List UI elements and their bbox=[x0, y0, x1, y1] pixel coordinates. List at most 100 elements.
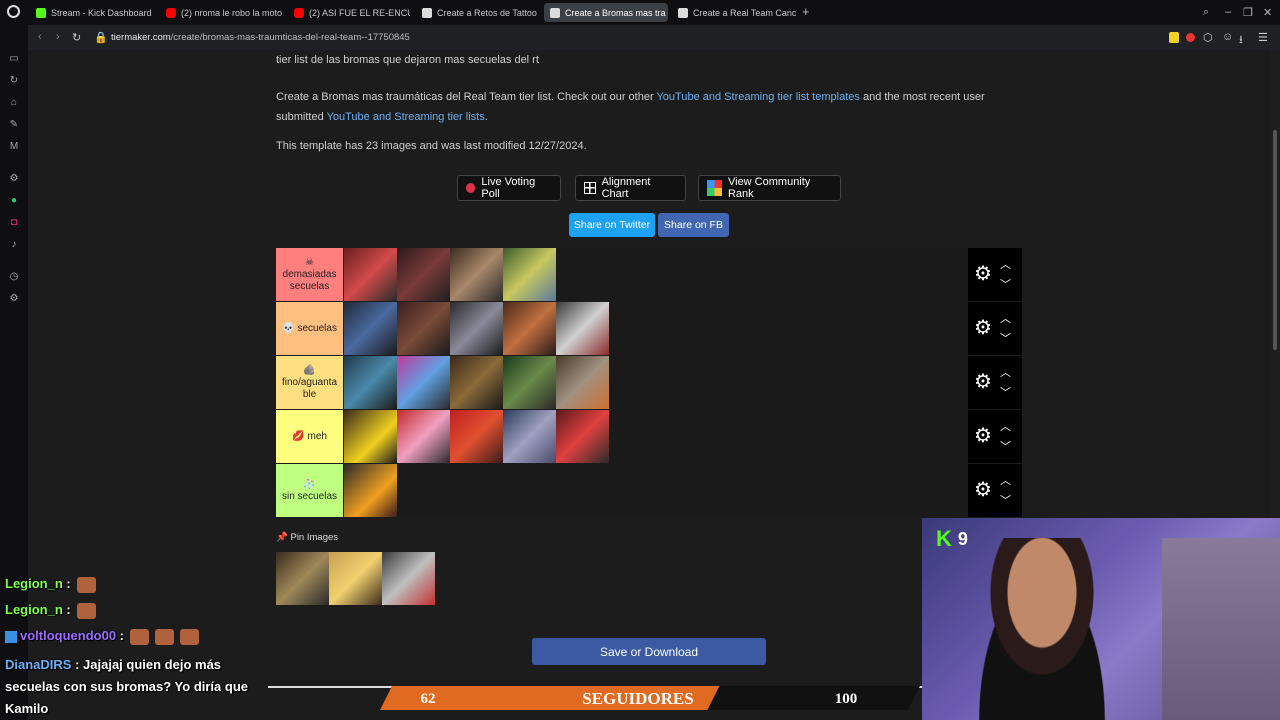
templates-link[interactable]: YouTube and Streaming tier list template… bbox=[656, 91, 859, 103]
tier-label[interactable]: ☠ demasiadas secuelas bbox=[276, 248, 343, 301]
extension-icon[interactable] bbox=[1169, 32, 1179, 43]
menu-icon[interactable]: ☰ bbox=[1258, 31, 1268, 44]
messenger-icon[interactable]: ▭ bbox=[8, 53, 20, 65]
tab-tiermaker-realteam[interactable]: Create a Real Team Canc bbox=[672, 3, 796, 22]
view-community-rank-button[interactable]: View Community Rank bbox=[698, 175, 841, 201]
tier-settings-gear-icon[interactable]: ⚙ bbox=[974, 317, 992, 339]
tier-image[interactable] bbox=[344, 248, 397, 301]
history-icon[interactable]: ◷ bbox=[8, 271, 20, 283]
tier-label[interactable]: 💋 meh bbox=[276, 410, 343, 463]
settings-icon[interactable]: ⚙ bbox=[8, 293, 20, 305]
tier-label[interactable]: 🪨 fino/aguanta ble bbox=[276, 356, 343, 409]
tier-image[interactable] bbox=[397, 248, 450, 301]
tier-label[interactable]: 🧦 sin secuelas bbox=[276, 464, 343, 517]
tier-settings-gear-icon[interactable]: ⚙ bbox=[974, 371, 992, 393]
tier-image[interactable] bbox=[503, 410, 556, 463]
chat-emote-icon bbox=[180, 628, 200, 645]
tiktok-icon[interactable]: ♪ bbox=[8, 239, 20, 251]
tab-tiermaker-retos[interactable]: Create a Retos de Tattoo bbox=[416, 3, 540, 22]
tier-image[interactable] bbox=[450, 248, 503, 301]
m-app-icon[interactable]: M bbox=[8, 141, 20, 153]
shopping-icon[interactable]: ⌂ bbox=[8, 97, 20, 109]
account-icon[interactable]: ☺ bbox=[1222, 31, 1233, 43]
tier-images[interactable] bbox=[344, 302, 968, 355]
tier-images[interactable] bbox=[344, 410, 968, 463]
share-fb-button[interactable]: Share on FB bbox=[658, 213, 729, 237]
tier-image[interactable] bbox=[556, 302, 609, 355]
lips-icon: 💋 bbox=[292, 430, 305, 442]
user-tierlists-link[interactable]: YouTube and Streaming tier lists bbox=[327, 111, 485, 123]
tab-youtube-1[interactable]: (2) nroma le robo la moto bbox=[160, 3, 282, 22]
move-up-icon[interactable]: ︿ bbox=[1000, 472, 1011, 488]
edit-icon[interactable]: ✎ bbox=[8, 119, 20, 131]
tier-image[interactable] bbox=[344, 464, 397, 517]
download-icon[interactable]: ⭳ bbox=[1239, 31, 1243, 50]
refresh-feed-icon[interactable]: ↻ bbox=[8, 75, 20, 87]
url-path: /create/bromas-mas-traumticas-del-real-t… bbox=[170, 32, 410, 43]
tier-image[interactable] bbox=[556, 356, 609, 409]
close-icon[interactable]: ✕ bbox=[1263, 6, 1272, 19]
record-icon[interactable] bbox=[1186, 33, 1195, 42]
unranked-image[interactable] bbox=[382, 552, 435, 605]
search-tabs-icon[interactable]: ⌕ bbox=[1203, 6, 1209, 19]
chatgpt-icon[interactable]: ⚙ bbox=[8, 173, 20, 185]
move-down-icon[interactable]: ﹀ bbox=[1000, 276, 1011, 292]
kick-logo-icon: K bbox=[936, 526, 952, 551]
alignment-chart-button[interactable]: Alignment Chart bbox=[575, 175, 686, 201]
tier-image[interactable] bbox=[556, 410, 609, 463]
tier-image[interactable] bbox=[344, 302, 397, 355]
tier-images[interactable] bbox=[344, 464, 968, 517]
tier-image[interactable] bbox=[397, 302, 450, 355]
minimize-icon[interactable]: – bbox=[1225, 6, 1231, 18]
move-up-icon[interactable]: ︿ bbox=[1000, 364, 1011, 380]
move-down-icon[interactable]: ﹀ bbox=[1000, 330, 1011, 346]
red-dot-icon bbox=[466, 183, 476, 193]
tab-kick-dashboard[interactable]: Stream - Kick Dashboard bbox=[30, 3, 158, 22]
streamer-figure bbox=[962, 538, 1122, 720]
webcam-feed: K 9 bbox=[922, 518, 1280, 720]
reload-icon[interactable]: ↻ bbox=[72, 31, 81, 44]
move-up-icon[interactable]: ︿ bbox=[1000, 256, 1011, 272]
whatsapp-icon[interactable]: ● bbox=[8, 195, 20, 207]
live-voting-poll-button[interactable]: Live Voting Poll bbox=[457, 175, 561, 201]
tier-image[interactable] bbox=[344, 410, 397, 463]
forward-icon[interactable]: › bbox=[56, 31, 60, 43]
tier-image[interactable] bbox=[344, 356, 397, 409]
move-down-icon[interactable]: ﹀ bbox=[1000, 384, 1011, 400]
tier-image[interactable] bbox=[503, 356, 556, 409]
save-or-download-button[interactable]: Save or Download bbox=[532, 638, 766, 665]
tier-settings-gear-icon[interactable]: ⚙ bbox=[974, 263, 992, 285]
tier-image[interactable] bbox=[503, 248, 556, 301]
back-icon[interactable]: ‹ bbox=[38, 31, 42, 43]
tier-image[interactable] bbox=[503, 302, 556, 355]
extensions-icon[interactable]: ⬡ bbox=[1203, 31, 1213, 44]
opera-logo-icon[interactable] bbox=[7, 5, 20, 18]
instagram-icon[interactable]: ◘ bbox=[8, 217, 20, 229]
tier-images[interactable] bbox=[344, 248, 968, 301]
unranked-image[interactable] bbox=[276, 552, 329, 605]
move-down-icon[interactable]: ﹀ bbox=[1000, 438, 1011, 454]
move-up-icon[interactable]: ︿ bbox=[1000, 310, 1011, 326]
url-field[interactable]: tiermaker.com/create/bromas-mas-traumtic… bbox=[111, 32, 410, 43]
tier-image[interactable] bbox=[450, 356, 503, 409]
tier-image[interactable] bbox=[397, 356, 450, 409]
tab-youtube-2[interactable]: (2) ASI FUE EL RE-ENCUE bbox=[288, 3, 410, 22]
scrollbar-thumb[interactable] bbox=[1273, 130, 1277, 350]
move-up-icon[interactable]: ︿ bbox=[1000, 418, 1011, 434]
tier-settings-gear-icon[interactable]: ⚙ bbox=[974, 425, 992, 447]
maximize-icon[interactable]: ❐ bbox=[1243, 6, 1253, 19]
tier-label[interactable]: 💀 secuelas bbox=[276, 302, 343, 355]
tier-image[interactable] bbox=[450, 410, 503, 463]
tier-image[interactable] bbox=[397, 410, 450, 463]
tab-label: Stream - Kick Dashboard bbox=[51, 7, 152, 18]
pin-images-toggle[interactable]: 📌 Pin Images bbox=[276, 532, 338, 543]
move-down-icon[interactable]: ﹀ bbox=[1000, 492, 1011, 508]
tier-image[interactable] bbox=[450, 302, 503, 355]
tab-tiermaker-bromas[interactable]: Create a Bromas mas tra bbox=[544, 3, 668, 22]
tier-images[interactable] bbox=[344, 356, 968, 409]
unranked-image[interactable] bbox=[329, 552, 382, 605]
new-tab-icon[interactable]: + bbox=[802, 4, 810, 19]
tier-settings-gear-icon[interactable]: ⚙ bbox=[974, 479, 992, 501]
live-voting-label: Live Voting Poll bbox=[481, 176, 536, 200]
share-twitter-button[interactable]: Share on Twitter bbox=[569, 213, 655, 237]
